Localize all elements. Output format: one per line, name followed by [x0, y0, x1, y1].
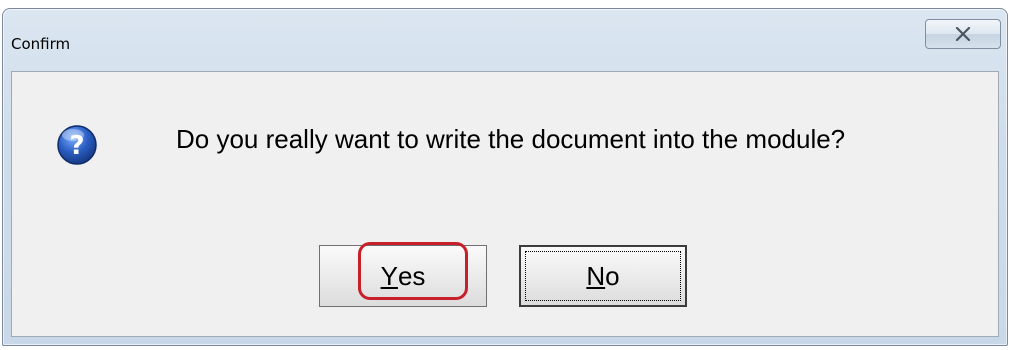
dialog-title: Confirm	[11, 35, 71, 53]
dialog-body: ? Do you really want to write the docume…	[11, 71, 999, 337]
yes-button[interactable]: Yes	[319, 245, 487, 307]
yes-label-rest: es	[397, 260, 426, 291]
dialog-message: Do you really want to write the document…	[176, 124, 846, 154]
svg-text:?: ?	[69, 131, 84, 161]
focus-rectangle	[525, 251, 681, 301]
yes-accel-letter: Y	[380, 260, 398, 291]
question-icon: ?	[56, 124, 98, 166]
no-button[interactable]: No	[519, 245, 687, 307]
close-button[interactable]	[925, 19, 1001, 49]
close-icon	[955, 27, 971, 41]
title-bar[interactable]: Confirm	[3, 9, 1007, 71]
confirm-dialog: Confirm ? Do you really want to write th…	[2, 8, 1008, 346]
